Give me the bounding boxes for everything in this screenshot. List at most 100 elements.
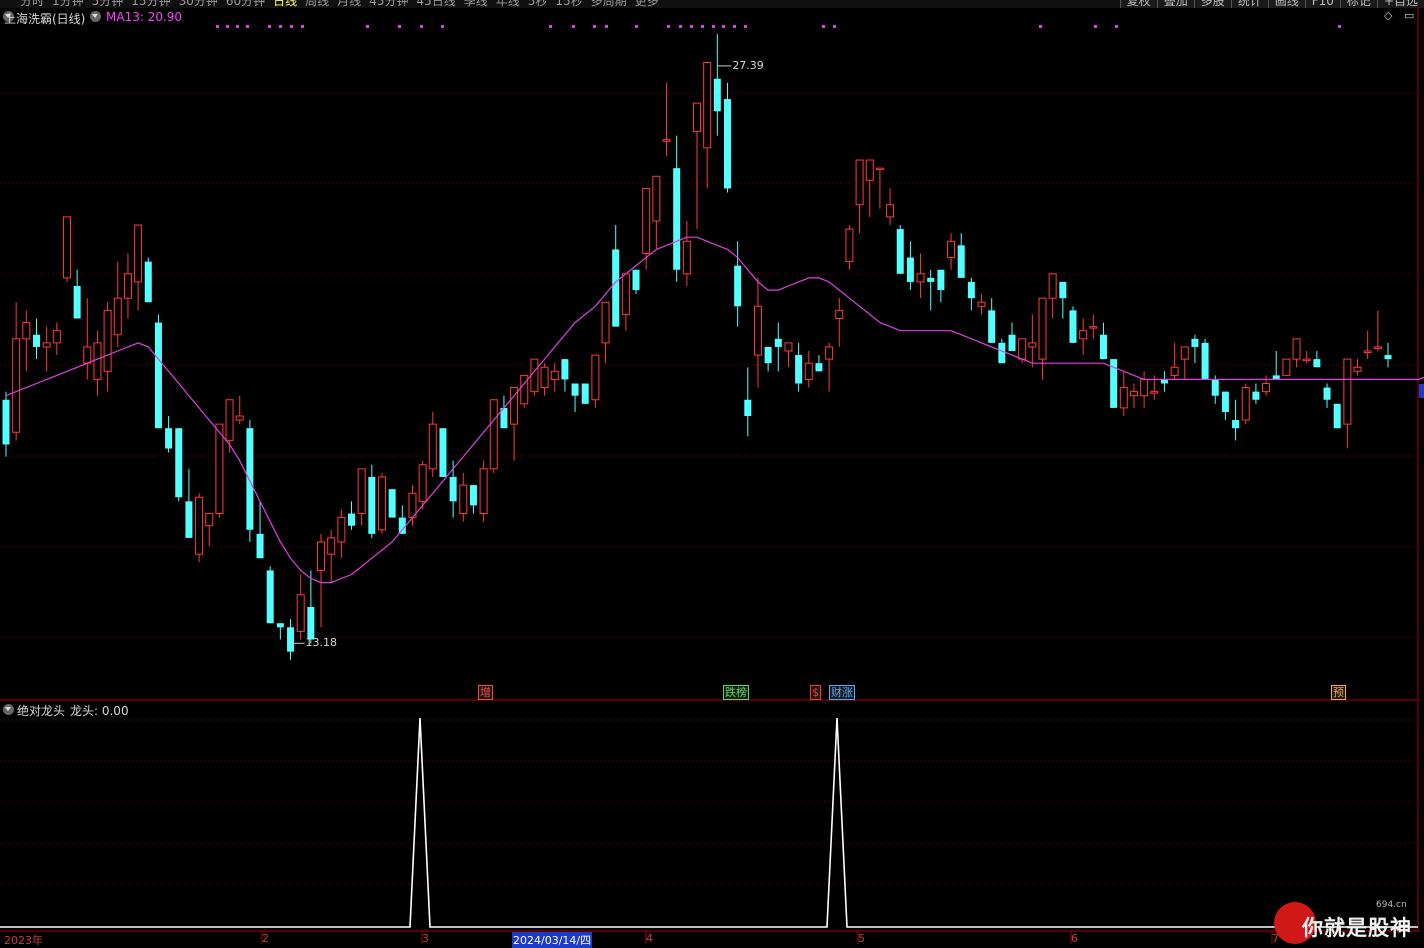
signal-dot <box>690 25 693 28</box>
high-price-marker: 27.39 <box>732 58 764 72</box>
candle-body <box>266 570 274 624</box>
candle-body <box>825 346 834 360</box>
candle-body <box>1241 387 1250 421</box>
candle-body <box>1099 334 1107 360</box>
signal-dot <box>679 25 682 28</box>
candle-body <box>469 485 477 506</box>
candle-body <box>886 204 895 218</box>
date-label: 5 <box>858 932 865 945</box>
candle-body <box>134 224 143 283</box>
candle-body <box>1180 346 1189 360</box>
candle-body <box>327 537 336 555</box>
candle-body <box>927 277 935 282</box>
candle-body <box>612 249 620 327</box>
signal-dot <box>733 25 736 28</box>
candle-body <box>1262 383 1271 393</box>
candle-body <box>1129 391 1138 397</box>
candle-body <box>581 383 589 404</box>
signal-dot <box>246 25 249 28</box>
signal-dot <box>216 25 219 28</box>
candle-body <box>1292 338 1301 360</box>
signal-dot <box>226 25 229 28</box>
low-price-marker: 13.18 <box>305 636 338 650</box>
date-label: 6 <box>1071 932 1078 945</box>
candle-body <box>1059 281 1067 299</box>
candle-body <box>540 366 549 389</box>
candle-body <box>377 476 386 531</box>
candle-body <box>62 216 71 279</box>
signal-dot <box>441 25 444 28</box>
signal-dot <box>420 25 423 28</box>
candle-body <box>988 310 996 343</box>
signal-dot <box>605 25 608 28</box>
candle-body <box>693 102 701 133</box>
candle-body <box>256 533 264 559</box>
signal-dot <box>572 25 575 28</box>
candle-body <box>916 273 925 283</box>
candle-body <box>1252 391 1260 400</box>
candle-body <box>103 309 112 372</box>
candle-body <box>205 513 214 527</box>
candle-body <box>144 261 152 303</box>
candle-body <box>93 342 102 380</box>
candle-body <box>83 346 92 364</box>
date-label: 2 <box>262 932 269 945</box>
price-axis-marker <box>1419 384 1424 398</box>
candle-body <box>489 399 498 470</box>
candle-body <box>1343 358 1352 425</box>
candle-body <box>875 167 884 171</box>
candle-body <box>591 354 600 401</box>
candle-body <box>550 370 559 380</box>
signal-dot <box>301 25 304 28</box>
selected-date[interactable]: 2024/03/14/四 <box>512 932 593 948</box>
candle-body <box>348 513 355 526</box>
candle-body <box>276 623 284 628</box>
candle-body <box>723 99 731 189</box>
signal-dot <box>667 25 670 28</box>
indicator-line <box>0 717 1418 928</box>
candle-body <box>734 265 742 307</box>
watermark-logo: 694.cn 你就是股神 <box>1272 900 1422 944</box>
candle-body <box>662 139 671 142</box>
candle-body <box>1140 378 1149 397</box>
candle-body <box>1201 342 1209 380</box>
candle-body <box>1221 391 1229 412</box>
signal-dot <box>290 25 293 28</box>
candle-body <box>1170 366 1179 376</box>
candle-body <box>165 428 173 449</box>
candle-body <box>1353 366 1362 372</box>
candle-body <box>764 346 772 364</box>
candle-body <box>795 355 803 384</box>
candle-body <box>296 594 305 632</box>
date-label: 4 <box>646 932 653 945</box>
candle-body <box>1232 420 1240 429</box>
signal-label: 跌榜 <box>723 685 749 700</box>
candle-body <box>947 240 956 259</box>
candle-body <box>287 627 295 652</box>
signal-dot <box>822 25 825 28</box>
candle-body <box>459 484 468 515</box>
candlestick-chart[interactable] <box>0 0 1424 944</box>
candle-body <box>1282 358 1291 376</box>
signal-dot <box>268 25 271 28</box>
candle-body <box>52 330 61 344</box>
candle-body <box>1160 379 1168 384</box>
candle-body <box>2 399 10 445</box>
candle-body <box>1363 350 1372 353</box>
candle-body <box>713 78 721 112</box>
candle-body <box>753 305 762 356</box>
signal-dot <box>722 25 725 28</box>
indicator-collapse-icon[interactable] <box>3 704 14 715</box>
candle-body <box>977 301 986 307</box>
candle-body <box>998 342 1006 364</box>
candle-body <box>246 428 254 530</box>
candle-body <box>449 476 457 502</box>
candle-body <box>673 168 681 270</box>
date-label: 3 <box>422 932 429 945</box>
candle-body <box>123 273 132 299</box>
candle-body <box>185 501 193 538</box>
candle-body <box>154 322 162 429</box>
candle-body <box>652 175 661 222</box>
candle-body <box>337 517 346 543</box>
signal-label: 增 <box>478 685 493 700</box>
